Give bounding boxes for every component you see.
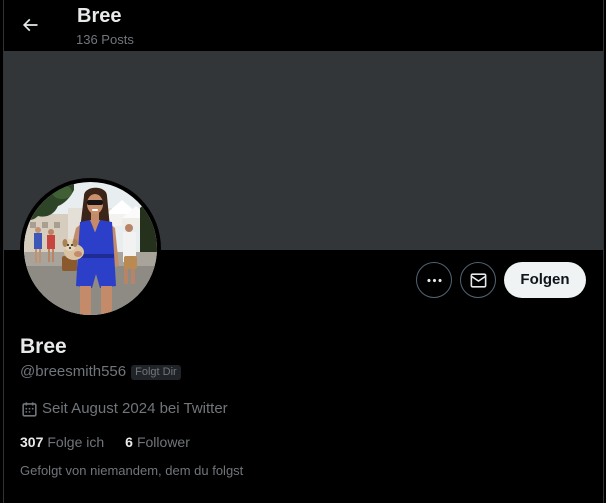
following-link[interactable]: 307 Folge ich [20, 432, 104, 452]
joined-text: Seit August 2024 bei Twitter [42, 400, 228, 417]
joined-date: Seit August 2024 bei Twitter [20, 399, 228, 419]
mail-icon [469, 271, 488, 290]
handle-row: @breesmith556 Folgt Dir [20, 362, 181, 382]
message-button[interactable] [460, 262, 496, 298]
following-count: 307 [20, 434, 44, 450]
avatar-photo [24, 182, 157, 315]
profile-handle: @breesmith556 [20, 363, 127, 380]
follows-you-badge: Folgt Dir [131, 364, 181, 380]
followers-link[interactable]: 6 Follower [125, 432, 190, 452]
profile-avatar[interactable] [20, 178, 161, 319]
header-title: Bree [77, 5, 122, 27]
followers-count: 6 [125, 434, 133, 450]
column-border-right [603, 0, 604, 503]
more-button[interactable] [416, 262, 452, 298]
profile-name: Bree [20, 335, 67, 358]
post-count: 136 Posts [76, 32, 134, 47]
followed-by-text: Gefolgt von niemandem, dem du folgst [20, 463, 244, 478]
calendar-icon [20, 400, 39, 419]
back-button[interactable] [13, 8, 47, 42]
more-horizontal-icon [425, 271, 444, 290]
arrow-left-icon [20, 15, 40, 35]
followers-label: Follower [136, 434, 190, 450]
follow-stats: 307 Folge ich 6 Follower [20, 432, 211, 452]
follow-button[interactable]: Folgen [504, 262, 586, 298]
following-label: Folge ich [47, 434, 105, 450]
